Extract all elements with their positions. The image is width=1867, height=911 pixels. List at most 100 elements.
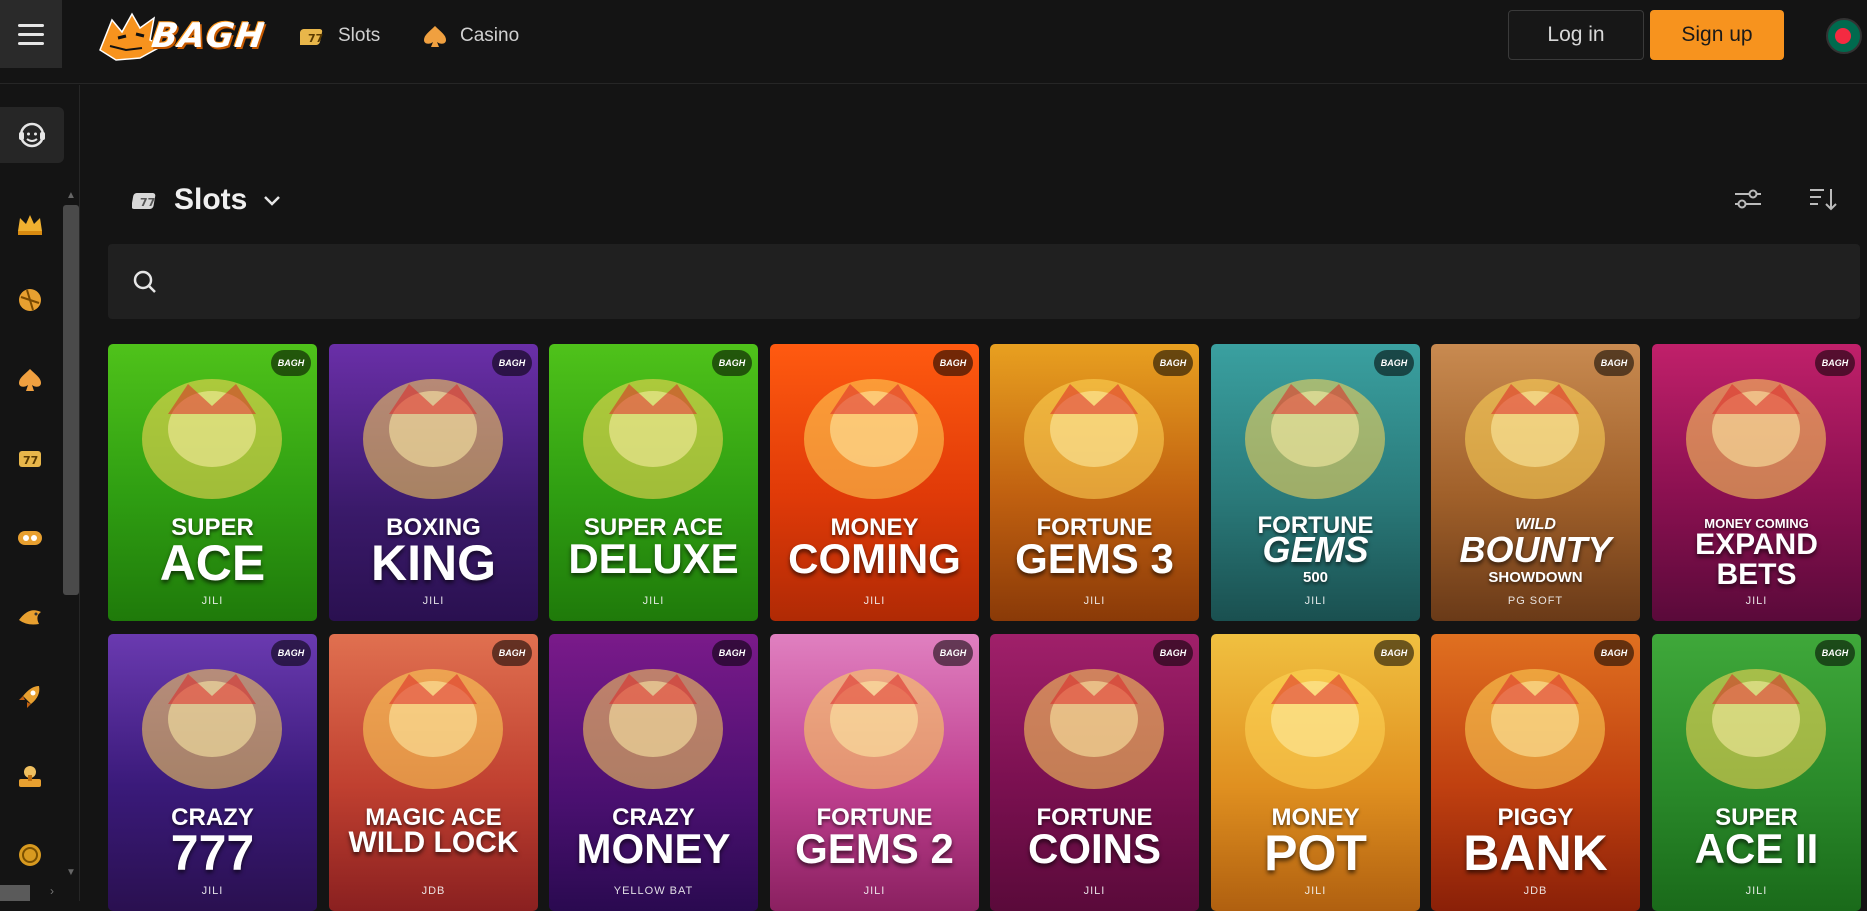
- game-card[interactable]: BAGH MONEY POT JILI: [1211, 634, 1420, 911]
- game-provider-label: JILI: [1304, 885, 1327, 897]
- provider-logo-badge: BAGH: [492, 640, 532, 666]
- game-card[interactable]: BAGH MONEY COMING EXPAND BETS JILI: [1652, 344, 1861, 621]
- game-provider-label: JILI: [863, 595, 886, 607]
- game-provider-label: JDB: [1523, 885, 1548, 897]
- slots-777-icon[interactable]: 77: [14, 443, 46, 475]
- provider-logo-badge: BAGH: [1374, 350, 1414, 376]
- game-title-main: COINS: [1027, 825, 1161, 872]
- game-subtitle: SHOWDOWN: [1488, 569, 1583, 586]
- provider-logo-badge: BAGH: [712, 350, 752, 376]
- game-card[interactable]: BAGH FORTUNE GEMS 3 JILI: [990, 344, 1199, 621]
- casino-icon: [424, 26, 446, 47]
- nav-slots-link[interactable]: 77 Slots: [300, 22, 380, 50]
- nav-casino-link[interactable]: Casino: [422, 22, 519, 50]
- sort-icon[interactable]: [1807, 185, 1839, 213]
- chevron-down-icon: [264, 196, 281, 206]
- provider-logo-badge: BAGH: [1594, 350, 1634, 376]
- menu-bar: [18, 23, 44, 27]
- provider-logo-badge: BAGH: [1815, 350, 1855, 376]
- game-title-main: ACE II: [1694, 825, 1819, 872]
- game-title-main: EXPAND BETS: [1695, 528, 1818, 591]
- game-card[interactable]: BAGH FORTUNE GEMS 2 JILI: [770, 634, 979, 911]
- lottery-icon[interactable]: [14, 760, 46, 792]
- provider-logo-badge: BAGH: [1815, 640, 1855, 666]
- game-title-main: 777: [170, 825, 255, 881]
- provider-logo-badge: BAGH: [1153, 640, 1193, 666]
- game-title-main: GEMS: [1262, 529, 1369, 570]
- brand-logo[interactable]: BAGH: [96, 4, 286, 68]
- login-button[interactable]: Log in: [1508, 10, 1644, 60]
- game-provider-label: JILI: [422, 595, 445, 607]
- game-provider-label: YELLOW BAT: [613, 885, 694, 897]
- game-card[interactable]: BAGH MAGIC ACE WILD LOCK JDB: [329, 634, 538, 911]
- game-provider-label: JILI: [201, 595, 224, 607]
- game-card[interactable]: BAGH CRAZY MONEY YELLOW BAT: [549, 634, 758, 911]
- game-provider-label: JDB: [421, 885, 446, 897]
- provider-logo-badge: BAGH: [1153, 350, 1193, 376]
- bangladesh-flag-icon[interactable]: [1826, 18, 1862, 54]
- menu-bar: [18, 41, 44, 45]
- game-provider-label: JILI: [1304, 595, 1327, 607]
- svg-text:77: 77: [308, 32, 323, 45]
- provider-logo-badge: BAGH: [933, 350, 973, 376]
- game-card[interactable]: BAGH SUPER ACE II JILI: [1652, 634, 1861, 911]
- game-card[interactable]: BAGH SUPER ACE DELUXE JILI: [549, 344, 758, 621]
- hamburger-menu-button[interactable]: [0, 0, 62, 68]
- rocket-icon[interactable]: [14, 681, 46, 713]
- game-provider-label: JILI: [863, 885, 886, 897]
- filter-icon[interactable]: [1732, 185, 1764, 213]
- game-provider-label: JILI: [1745, 885, 1768, 897]
- svg-text:77: 77: [23, 454, 38, 467]
- scroll-right-arrow[interactable]: ›: [50, 884, 54, 898]
- top-header: BAGH 77 Slots Casino Log in Sign up: [0, 0, 1867, 84]
- provider-logo-badge: BAGH: [1594, 640, 1634, 666]
- slots-icon: 77: [132, 193, 155, 209]
- provider-logo-badge: BAGH: [933, 640, 973, 666]
- game-title-main: BANK: [1463, 825, 1608, 881]
- slots-category-dropdown[interactable]: 77 Slots: [132, 180, 283, 220]
- game-card[interactable]: BAGH BOXING KING JILI: [329, 344, 538, 621]
- game-card[interactable]: BAGH WILD BOUNTY SHOWDOWN PG SOFT: [1431, 344, 1640, 621]
- game-title-main: KING: [371, 535, 496, 591]
- game-card[interactable]: BAGH FORTUNE GEMS 500 JILI: [1211, 344, 1420, 621]
- fishing-icon[interactable]: [14, 601, 46, 633]
- section-title: Slots: [174, 183, 248, 216]
- game-title-main: BOUNTY: [1459, 529, 1612, 570]
- logo-wordmark: BAGH: [149, 16, 268, 56]
- slots-icon: 77: [300, 29, 323, 45]
- game-card[interactable]: BAGH SUPER ACE JILI: [108, 344, 317, 621]
- provider-logo-badge: BAGH: [1374, 640, 1414, 666]
- provider-logo-badge: BAGH: [271, 640, 311, 666]
- sidebar-scrollbar-thumb[interactable]: [63, 205, 79, 595]
- game-title-main: COMING: [788, 535, 961, 582]
- game-title-main: GEMS 3: [1015, 535, 1174, 582]
- search-icon: [133, 270, 156, 293]
- game-provider-label: JILI: [201, 885, 224, 897]
- sports-ball-icon[interactable]: [14, 284, 46, 316]
- game-search-bar[interactable]: [108, 244, 1860, 319]
- game-card[interactable]: BAGH PIGGY BANK JDB: [1431, 634, 1640, 911]
- scroll-down-arrow[interactable]: ▼: [66, 867, 76, 878]
- horizontal-scrollbar-thumb[interactable]: [0, 885, 30, 901]
- game-title-main: DELUXE: [568, 535, 739, 582]
- game-provider-label: JILI: [642, 595, 665, 607]
- bingo-icon[interactable]: [14, 522, 46, 554]
- coin-icon[interactable]: [14, 839, 46, 871]
- support-button[interactable]: [0, 107, 64, 163]
- game-card[interactable]: BAGH FORTUNE COINS JILI: [990, 634, 1199, 911]
- game-title-main: WILD LOCK: [348, 826, 519, 859]
- menu-bar: [18, 32, 44, 36]
- game-card[interactable]: BAGH CRAZY 777 JILI: [108, 634, 317, 911]
- game-provider-label: JILI: [1745, 595, 1768, 607]
- provider-logo-badge: BAGH: [712, 640, 752, 666]
- left-sidebar: 77 ▲ ▼: [0, 85, 80, 901]
- game-card[interactable]: BAGH MONEY COMING JILI: [770, 344, 979, 621]
- signup-button[interactable]: Sign up: [1650, 10, 1784, 60]
- search-input[interactable]: [174, 271, 1774, 292]
- game-provider-label: JILI: [1083, 885, 1106, 897]
- casino-chip-icon[interactable]: [14, 364, 46, 396]
- crown-icon[interactable]: [14, 208, 46, 240]
- nav-slots-label: Slots: [338, 25, 381, 46]
- game-title-main: ACE: [159, 535, 266, 591]
- scroll-up-arrow[interactable]: ▲: [66, 190, 76, 201]
